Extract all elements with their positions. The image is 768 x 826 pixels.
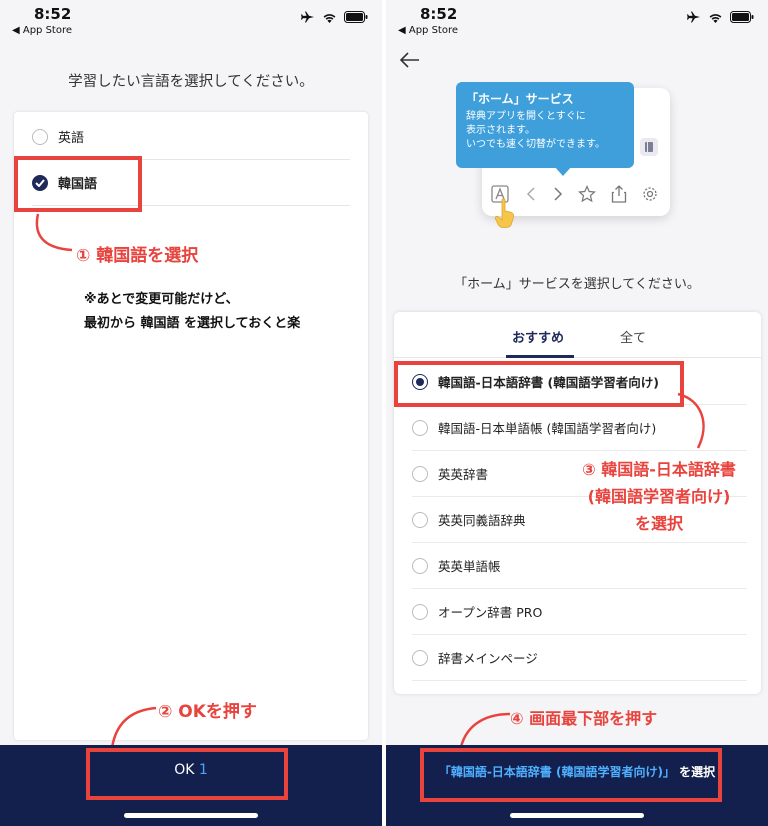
left-phone-screen: 8:52 ◀ App Store 学習したい言語を選択してください。 英語 韓国… (0, 0, 382, 826)
service-label: 辞書メインページ (438, 651, 538, 666)
status-icons (301, 11, 368, 23)
home-indicator (124, 813, 258, 818)
service-label: 英英同義語辞典 (438, 513, 526, 528)
highlight-box-service (394, 361, 684, 407)
note-line-1: ※あとで変更可能だけど、 (84, 292, 239, 307)
radio-unselected-icon (412, 511, 428, 528)
wifi-icon (709, 13, 722, 23)
airplane-icon (687, 11, 700, 23)
annotation-curve (35, 213, 73, 252)
radio-unselected-icon (32, 128, 48, 145)
highlight-box-korean (14, 156, 142, 212)
status-icons (687, 11, 754, 23)
tooltip-line: 表示されます。 (466, 125, 535, 136)
service-prompt: 「ホーム」サービスを選択してください。 (454, 277, 700, 292)
right-phone-screen: 8:52 ◀ App Store 「ホーム」サービス 辞典アプリを開くとすぐに … (386, 0, 768, 826)
service-option[interactable]: オープン辞書 PRO (412, 589, 747, 635)
service-option[interactable]: 英英単語帳 (412, 543, 747, 589)
service-option[interactable]: 辞書メインページ (412, 635, 747, 681)
active-tab-indicator (506, 355, 574, 358)
home-service-tooltip: 「ホーム」サービス 辞典アプリを開くとすぐに 表示されます。 いつでも速く切替が… (456, 82, 634, 168)
radio-unselected-icon (412, 465, 428, 482)
status-bar: 8:52 ◀ App Store (386, 0, 768, 42)
note-annotation: ※あとで変更可能だけど、 最初から 韓国語 を選択しておくと楽 (84, 288, 300, 336)
radio-unselected-icon (412, 557, 428, 574)
home-indicator (510, 813, 644, 818)
share-icon (612, 185, 627, 203)
tooltip-title: 「ホーム」サービス (466, 92, 574, 106)
tab-recommended[interactable]: おすすめ (512, 327, 564, 346)
highlight-box-ok (86, 748, 288, 800)
tapping-finger-icon (494, 198, 514, 228)
tooltip-line: いつでも速く切替ができます。 (466, 139, 605, 150)
annotation-curve (110, 706, 157, 749)
language-option-english[interactable]: 英語 (32, 114, 350, 160)
step4-annotation: ④ 画面最下部を押す (510, 709, 658, 728)
chevron-right-icon (554, 187, 562, 201)
airplane-icon (301, 11, 314, 23)
step3-line-1: ③ 韓国語-日本語辞書 (582, 460, 736, 479)
step3-line-3: を選択 (634, 514, 683, 533)
battery-icon (730, 11, 754, 23)
step3-annotation: ③ 韓国語-日本語辞書 (韓国語学習者向け) を選択 (552, 456, 766, 537)
step1-annotation: ① 韓国語を選択 (76, 246, 199, 266)
book-icon (640, 138, 658, 156)
status-time: 8:52 (34, 5, 72, 23)
wifi-icon (323, 13, 336, 23)
service-label: 韓国語-日本単語帳 (韓国語学習者向け) (438, 421, 657, 436)
language-label: 英語 (58, 131, 85, 146)
tooltip-line: 辞典アプリを開くとすぐに (466, 111, 586, 122)
annotation-curve (677, 392, 705, 449)
service-label: 英英単語帳 (438, 559, 501, 574)
step2-annotation: ② OKを押す (158, 702, 257, 722)
status-bar: 8:52 ◀ App Store (0, 0, 382, 42)
note-line-2: 最初から 韓国語 を選択しておくと楽 (84, 316, 301, 331)
back-to-app-store-link[interactable]: ◀ App Store (398, 25, 458, 36)
star-icon (578, 185, 597, 203)
chevron-left-icon (526, 187, 535, 201)
language-prompt: 学習したい言語を選択してください。 (68, 74, 314, 90)
service-label: オープン辞書 PRO (438, 605, 543, 620)
service-label: 英英辞書 (438, 467, 489, 482)
highlight-box-select (420, 748, 722, 802)
tab-all[interactable]: 全て (620, 327, 646, 346)
service-tabs: おすすめ 全て (394, 312, 761, 358)
back-arrow-icon[interactable] (400, 52, 420, 68)
status-time: 8:52 (420, 5, 458, 23)
back-to-app-store-link[interactable]: ◀ App Store (12, 25, 72, 36)
tooltip-tail (554, 166, 572, 176)
radio-unselected-icon (412, 419, 428, 436)
battery-icon (344, 11, 368, 23)
radio-unselected-icon (412, 603, 428, 620)
radio-unselected-icon (412, 649, 428, 666)
step3-line-2: (韓国語学習者向け) (587, 487, 731, 506)
gear-icon (643, 187, 657, 201)
